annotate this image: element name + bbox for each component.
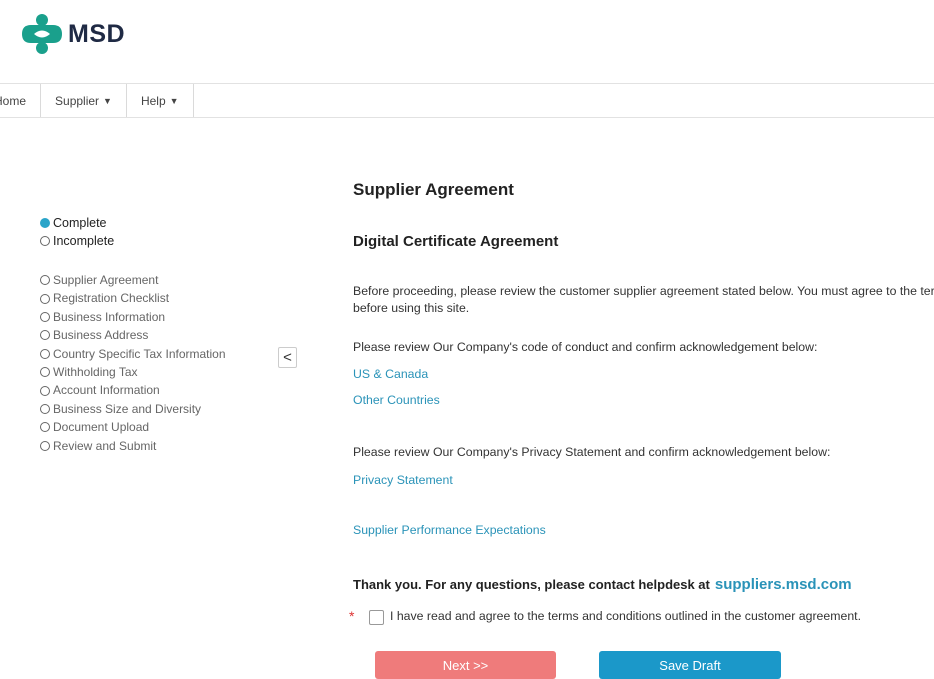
step-label: Account Information bbox=[53, 383, 160, 398]
legend-incomplete-label: Incomplete bbox=[53, 234, 115, 248]
legend-incomplete: Incomplete bbox=[40, 232, 114, 250]
empty-circle-icon bbox=[40, 367, 50, 378]
required-marker: * bbox=[349, 608, 355, 624]
empty-circle-icon bbox=[40, 348, 50, 359]
empty-circle-icon bbox=[40, 236, 50, 246]
caret-down-icon: ▼ bbox=[103, 95, 112, 106]
top-nav: Home Supplier ▼ Help ▼ bbox=[0, 84, 194, 117]
empty-circle-icon bbox=[40, 330, 50, 341]
empty-circle-icon bbox=[40, 404, 50, 415]
next-button-label: Next >> bbox=[442, 657, 489, 673]
nav-supplier-label: Supplier bbox=[55, 93, 100, 108]
empty-circle-icon bbox=[40, 312, 50, 323]
nav-help[interactable]: Help ▼ bbox=[127, 84, 194, 117]
agree-checkbox[interactable] bbox=[369, 610, 384, 625]
page-title: Supplier Agreement bbox=[353, 180, 514, 199]
nav-supplier[interactable]: Supplier ▼ bbox=[41, 84, 127, 117]
brand-name: MSD bbox=[68, 19, 126, 48]
step-business-information[interactable]: Business Information bbox=[40, 308, 226, 326]
chevron-left-icon: < bbox=[283, 349, 292, 366]
legend-complete: Complete bbox=[40, 214, 114, 232]
save-draft-button[interactable]: Save Draft bbox=[599, 651, 781, 679]
nav-home-label: Home bbox=[0, 93, 27, 108]
step-label: Review and Submit bbox=[53, 438, 157, 453]
step-country-tax[interactable]: Country Specific Tax Information bbox=[40, 345, 226, 363]
step-business-address[interactable]: Business Address bbox=[40, 326, 226, 344]
filled-circle-icon bbox=[40, 218, 50, 228]
nav-home[interactable]: Home bbox=[0, 84, 42, 117]
status-legend: Complete Incomplete bbox=[40, 214, 114, 250]
performance-expectations-link[interactable]: Supplier Performance Expectations bbox=[353, 523, 546, 537]
step-review-submit[interactable]: Review and Submit bbox=[40, 437, 226, 455]
step-label: Withholding Tax bbox=[53, 365, 138, 380]
step-label: Supplier Agreement bbox=[53, 273, 159, 287]
step-label: Registration Checklist bbox=[53, 291, 170, 306]
us-canada-link[interactable]: US & Canada bbox=[353, 367, 428, 381]
step-account-information[interactable]: Account Information bbox=[40, 381, 226, 399]
nav-border-bottom bbox=[0, 117, 934, 118]
msd-logo-icon bbox=[22, 14, 62, 54]
agreement-row: * I have read and agree to the terms and… bbox=[349, 608, 909, 625]
intro-text: Before proceeding, please review the cus… bbox=[353, 284, 934, 315]
helpdesk-link[interactable]: suppliers.msd.com bbox=[715, 576, 852, 593]
save-draft-label: Save Draft bbox=[659, 657, 721, 673]
other-countries-link[interactable]: Other Countries bbox=[353, 393, 440, 407]
agree-label: I have read and agree to the terms and c… bbox=[390, 609, 861, 623]
step-supplier-agreement[interactable]: Supplier Agreement bbox=[40, 271, 226, 289]
privacy-prompt: Please review Our Company's Privacy Stat… bbox=[353, 445, 831, 459]
step-label: Country Specific Tax Information bbox=[53, 346, 226, 361]
empty-circle-icon bbox=[40, 422, 50, 433]
step-business-size[interactable]: Business Size and Diversity bbox=[40, 400, 226, 418]
step-label: Business Information bbox=[53, 309, 166, 324]
empty-circle-icon bbox=[40, 385, 50, 396]
step-label: Business Address bbox=[53, 328, 149, 343]
caret-down-icon: ▼ bbox=[169, 95, 179, 106]
registration-steps: Supplier Agreement Registration Checklis… bbox=[40, 271, 226, 455]
nav-help-label: Help bbox=[140, 93, 166, 108]
step-document-upload[interactable]: Document Upload bbox=[40, 418, 226, 436]
empty-circle-icon bbox=[40, 275, 50, 286]
helpdesk-note: Thank you. For any questions, please con… bbox=[353, 576, 852, 593]
msd-logo: MSD bbox=[20, 14, 125, 54]
empty-circle-icon bbox=[40, 440, 50, 451]
step-withholding-tax[interactable]: Withholding Tax bbox=[40, 363, 226, 381]
empty-circle-icon bbox=[40, 293, 50, 304]
helpdesk-text: Thank you. For any questions, please con… bbox=[353, 577, 710, 592]
next-button[interactable]: Next >> bbox=[375, 651, 556, 679]
legend-complete-label: Complete bbox=[53, 216, 107, 230]
collapse-sidebar-button[interactable]: < bbox=[278, 347, 297, 368]
step-registration-checklist[interactable]: Registration Checklist bbox=[40, 289, 226, 307]
code-of-conduct-prompt: Please review Our Company's code of cond… bbox=[353, 340, 818, 354]
step-label: Document Upload bbox=[53, 420, 150, 435]
step-label: Business Size and Diversity bbox=[53, 401, 202, 416]
privacy-statement-link[interactable]: Privacy Statement bbox=[353, 473, 453, 487]
section-title: Digital Certificate Agreement bbox=[353, 233, 559, 250]
